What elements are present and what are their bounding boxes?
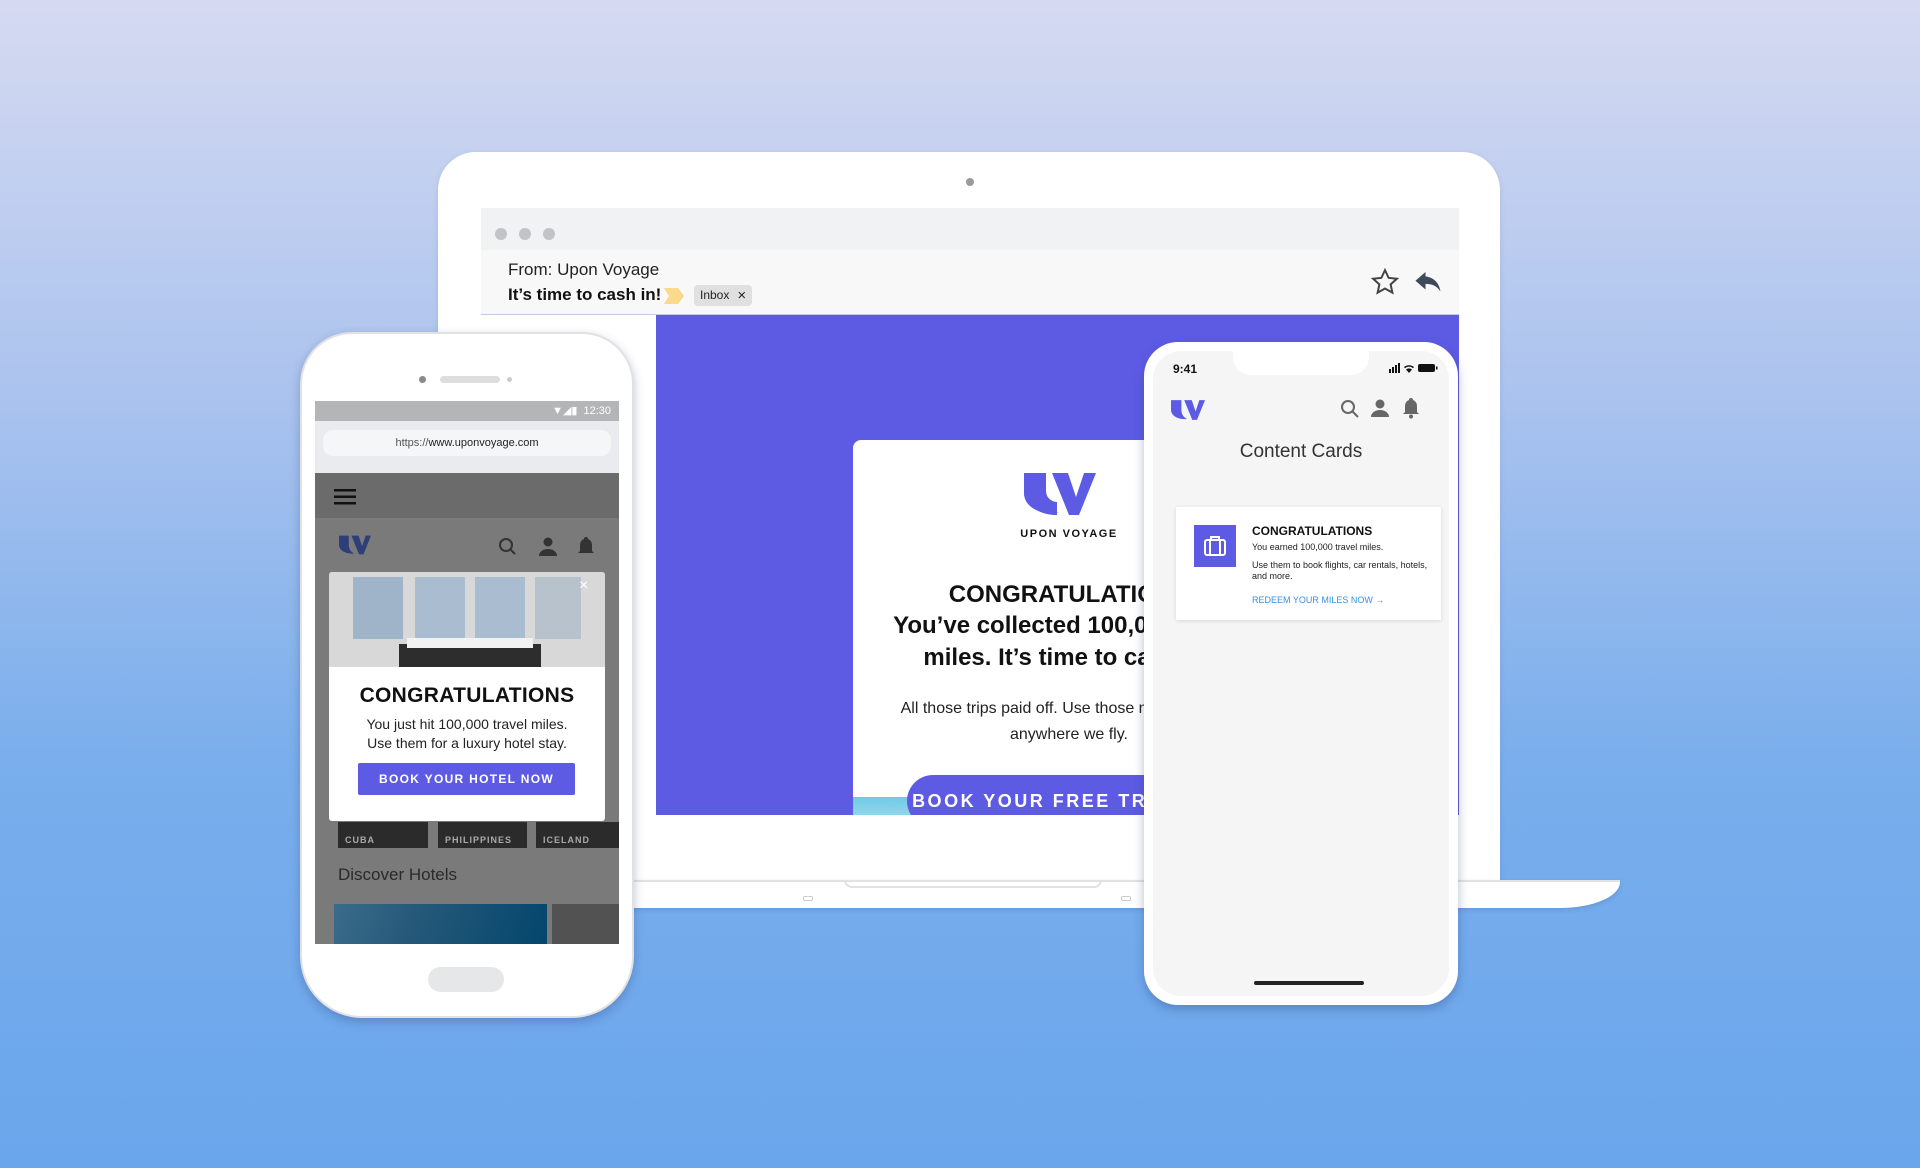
inbox-label-text: Inbox (700, 288, 730, 302)
card-title: CONGRATULATIONS (1252, 524, 1373, 538)
ios-screen: 9:41 Content Cards CONGRATULATIONS You e… (1153, 351, 1449, 996)
modal-body: You just hit 100,000 travel miles. Use t… (366, 716, 568, 751)
content-cards-title: Content Cards (1239, 441, 1363, 462)
profile-icon[interactable] (1371, 398, 1389, 418)
site-header-icons (499, 537, 594, 556)
ios-status-icons (1389, 363, 1438, 373)
window-maximize-button[interactable] (543, 228, 555, 240)
suitcase-icon (1204, 536, 1226, 556)
hotel-image[interactable] (552, 904, 619, 944)
speaker-grille (440, 376, 500, 383)
laptop-foot (1121, 896, 1131, 901)
email-sender: From: Upon Voyage (508, 260, 660, 279)
search-icon[interactable] (1340, 399, 1360, 419)
card-icon-tile (1194, 525, 1236, 567)
upon-voyage-logo[interactable] (1171, 400, 1205, 420)
card-text: You earned 100,000 travel miles. (1252, 542, 1384, 552)
url-scheme: https:// (395, 437, 429, 449)
redeem-miles-link[interactable]: REDEEM YOUR MILES NOW → (1252, 595, 1384, 605)
android-phone: ▼◢▮ 12:30 https://www.uponvoyage.com CUBA… (300, 332, 634, 1018)
notification-bell-icon (578, 537, 594, 553)
upon-voyage-logo (1024, 473, 1096, 515)
hamburger-menu-icon[interactable] (334, 489, 356, 505)
destination-tile-philippines[interactable]: PHILIPPINES (438, 822, 527, 848)
modal-title: CONGRATULATIONS (359, 684, 575, 707)
discover-hotels-heading: Discover Hotels (338, 865, 458, 884)
hotel-image[interactable] (334, 904, 547, 944)
ios-clock: 9:41 (1173, 362, 1198, 376)
remove-label-icon[interactable]: × (737, 285, 746, 306)
browser-toolbar: https://www.uponvoyage.com (315, 421, 619, 473)
email-header: From: Upon Voyage It’s time to cash in! … (481, 250, 1459, 315)
window-close-button[interactable] (495, 228, 507, 240)
profile-icon (539, 537, 557, 556)
card-text: Use them to book flights, car rentals, h… (1252, 560, 1428, 581)
destination-tile-iceland[interactable]: ICELAND (536, 822, 619, 848)
hotel-bath-image: × (329, 572, 605, 667)
upon-voyage-logo[interactable] (339, 535, 371, 555)
sensor (507, 377, 512, 382)
book-hotel-button[interactable]: BOOK YOUR HOTEL NOW (358, 763, 575, 795)
window-minimize-button[interactable] (519, 228, 531, 240)
laptop-foot (803, 896, 813, 901)
laptop-camera (966, 178, 974, 186)
reply-icon[interactable] (1413, 269, 1443, 295)
laptop-notch (844, 880, 1102, 888)
window-titlebar (481, 208, 1459, 250)
ios-phone: 9:41 Content Cards CONGRATULATIONS You e… (1144, 342, 1458, 1005)
search-icon (499, 538, 516, 555)
android-status-bar: ▼◢▮ 12:30 (315, 401, 619, 421)
email-subject: It’s time to cash in! (508, 285, 662, 304)
android-screen: ▼◢▮ 12:30 https://www.uponvoyage.com CUBA… (315, 401, 619, 944)
address-bar[interactable]: https://www.uponvoyage.com (323, 430, 611, 456)
in-app-message-modal: × CONGRATULATIONS You just hit 100,000 t… (329, 572, 605, 821)
wifi-signal-battery-icons: ▼◢▮ (552, 405, 578, 417)
inbox-label-chip[interactable]: Inbox × (694, 285, 753, 306)
content-card[interactable]: CONGRATULATIONS You earned 100,000 trave… (1176, 507, 1441, 620)
star-icon[interactable] (1370, 267, 1400, 297)
importance-marker-icon[interactable] (664, 288, 684, 304)
hotel-window-graphic (329, 572, 605, 667)
android-home-button[interactable] (428, 967, 504, 992)
front-camera (419, 376, 426, 383)
home-indicator[interactable] (1254, 981, 1364, 985)
destination-tile-cuba[interactable]: CUBA (338, 822, 428, 848)
url-domain: www.uponvoyage.com (428, 437, 539, 449)
android-clock: 12:30 (583, 405, 611, 417)
ios-notch (1233, 351, 1369, 375)
site-navbar (315, 473, 619, 518)
close-icon[interactable]: × (579, 577, 588, 595)
notification-bell-icon[interactable] (1402, 397, 1420, 419)
